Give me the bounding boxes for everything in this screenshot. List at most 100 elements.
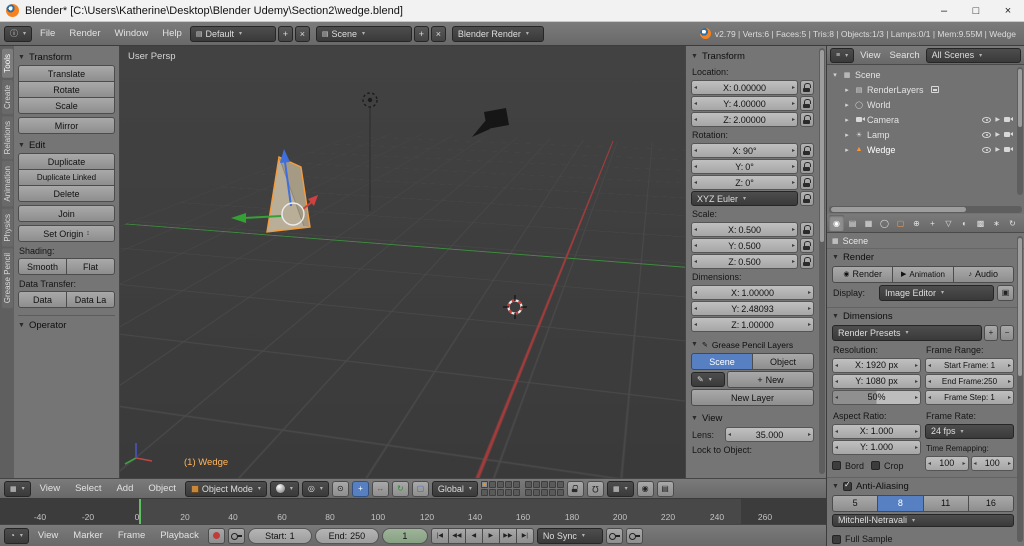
layer-cell[interactable] (548, 481, 556, 488)
menu-view[interactable]: View (34, 483, 66, 494)
menu-render[interactable]: Render (63, 28, 106, 39)
tab-create[interactable]: Create (2, 79, 13, 114)
outliner-row-lamp[interactable]: ▸ ☀ Lamp ▶ (827, 127, 1024, 142)
end-frame-field[interactable]: End: 250 (314, 527, 379, 544)
maximize-button[interactable]: □ (960, 0, 992, 21)
remap-new-field[interactable]: 100 (970, 455, 1014, 471)
frame-step-field[interactable]: Frame Step: 1 (925, 389, 1014, 405)
renderable-camera-icon[interactable] (1004, 132, 1013, 137)
lock-button[interactable] (800, 159, 814, 174)
outliner-row-world[interactable]: ▸ ◯ World (827, 97, 1024, 112)
outliner-row-renderlayers[interactable]: ▸ ▤ RenderLayers (827, 82, 1024, 97)
renderable-camera-icon[interactable] (1004, 117, 1013, 122)
tab-constraints[interactable]: ⊕ (909, 215, 924, 231)
layer-cell[interactable] (524, 489, 532, 496)
outliner-row-wedge[interactable]: ▸ ▲ Wedge ▶ (827, 142, 1024, 157)
selectable-arrow-icon[interactable]: ▶ (995, 131, 1000, 138)
visibility-eye-icon[interactable] (982, 116, 992, 123)
layer-cell[interactable] (524, 481, 532, 488)
layer-cell[interactable] (548, 489, 556, 496)
menu-playback[interactable]: Playback (154, 530, 205, 541)
gp-source-object-tab[interactable]: Object (752, 353, 814, 370)
editor-type-button[interactable]: ▦ ▾ (4, 480, 31, 497)
tab-physics[interactable]: Physics (2, 208, 13, 247)
menu-marker[interactable]: Marker (67, 530, 109, 541)
display-lock-button[interactable]: ▣ (997, 284, 1014, 301)
frame-rate-select[interactable]: 24 fps ▾ (925, 423, 1014, 439)
menu-select[interactable]: Select (69, 483, 107, 494)
aa-samples-11-button[interactable]: 11 (922, 494, 969, 512)
gp-new-button[interactable]: + New (727, 371, 814, 388)
menu-search[interactable]: Search (887, 50, 923, 61)
play-reverse-button[interactable]: ◀ (464, 527, 483, 544)
next-keyframe-button[interactable]: ▶▶ (498, 527, 517, 544)
menu-view[interactable]: View (857, 50, 883, 61)
crop-checkbox[interactable] (871, 461, 881, 471)
expand-icon[interactable]: ▸ (843, 86, 851, 94)
location-z-field[interactable]: Z:2.00000 (691, 112, 798, 127)
grease-pencil-panel-header[interactable]: ▼ ✎ Grease Pencil Layers (691, 337, 814, 352)
tab-physics[interactable]: ↻ (1005, 215, 1020, 231)
dimension-y-field[interactable]: Y:2.48093 (691, 301, 814, 316)
location-y-field[interactable]: Y:4.00000 (691, 96, 798, 111)
outliner-hscrollbar[interactable] (829, 206, 1022, 213)
pivot-point-select[interactable]: ◎ ▾ (301, 480, 329, 497)
tab-object-data[interactable]: ▽ (941, 215, 956, 231)
delete-scene-button[interactable]: × (430, 25, 446, 42)
editor-type-button[interactable]: ⓘ ▾ (4, 25, 33, 42)
aa-samples-5-button[interactable]: 5 (832, 494, 879, 512)
antialiasing-checkbox[interactable] (842, 480, 852, 492)
display-mode-select[interactable]: All Scenes ▾ (925, 47, 1021, 63)
play-button[interactable]: ▶ (481, 527, 500, 544)
layer-cell[interactable] (556, 481, 564, 488)
jump-to-start-button[interactable]: |◀ (430, 527, 449, 544)
lamp-object[interactable] (362, 92, 378, 211)
viewport-3d[interactable]: User Persp (1) Wedge (120, 46, 685, 478)
outliner-scrollbar[interactable] (1017, 67, 1023, 195)
menu-object[interactable]: Object (142, 483, 181, 494)
layer-cell[interactable] (556, 489, 564, 496)
selectable-arrow-icon[interactable]: ▶ (995, 146, 1000, 153)
lock-button[interactable] (800, 175, 814, 190)
resolution-x-field[interactable]: X: 1920 px (832, 357, 921, 373)
translate-button[interactable]: Translate (18, 65, 115, 82)
snap-toggle[interactable]: Ω (586, 480, 604, 497)
add-scene-button[interactable]: + (413, 25, 429, 42)
layer-cell[interactable] (504, 489, 512, 496)
sync-mode-select[interactable]: No Sync ▾ (536, 527, 603, 544)
gp-datablock-select[interactable]: ✎ ▾ (691, 372, 725, 387)
tab-tools[interactable]: Tools (2, 49, 13, 78)
layer-cell[interactable] (480, 481, 488, 488)
selectable-arrow-icon[interactable]: ▶ (995, 116, 1000, 123)
expand-icon[interactable]: ▸ (843, 131, 851, 139)
render-animation-button[interactable]: ▶ Animation (892, 265, 954, 283)
dimension-z-field[interactable]: Z:1.00000 (691, 317, 814, 332)
render-engine-select[interactable]: Blender Render ▾ (451, 25, 544, 42)
scale-button[interactable]: Scale (18, 97, 115, 114)
scene-selector[interactable]: ▤ Scene ▾ (315, 25, 412, 42)
rotation-x-field[interactable]: X:90° (691, 143, 798, 158)
lock-button[interactable] (800, 191, 814, 206)
lock-button[interactable] (800, 254, 814, 269)
operator-panel-header[interactable]: ▼ Operator (18, 315, 115, 331)
start-frame-field[interactable]: Start: 1 (247, 527, 312, 544)
manipulator-translate-toggle[interactable]: ↔ (371, 480, 389, 497)
layers-widget-right[interactable] (524, 481, 564, 496)
aspect-x-field[interactable]: X: 1.000 (832, 423, 921, 439)
manipulator-rotate-toggle[interactable]: ↻ (391, 480, 409, 497)
lock-button[interactable] (800, 80, 814, 95)
tab-particles[interactable]: ∗ (989, 215, 1004, 231)
display-mode-select[interactable]: Image Editor ▾ (879, 284, 994, 301)
scale-y-field[interactable]: Y:0.500 (691, 238, 798, 253)
editor-type-button[interactable]: ◔ ▾ (4, 527, 29, 544)
renderable-camera-icon[interactable] (1004, 147, 1013, 152)
menu-view[interactable]: View (32, 530, 64, 541)
render-panel-header[interactable]: ▼ Render (832, 252, 1014, 264)
layer-cell[interactable] (540, 489, 548, 496)
layer-cell[interactable] (504, 481, 512, 488)
dimensions-panel-header[interactable]: ▼ Dimensions (832, 311, 1014, 323)
aa-samples-8-button[interactable]: 8 (877, 494, 924, 512)
gp-source-scene-tab[interactable]: Scene (691, 353, 753, 370)
current-frame-field[interactable]: 1 (381, 527, 428, 544)
view-panel-header[interactable]: ▼ View (691, 411, 814, 426)
